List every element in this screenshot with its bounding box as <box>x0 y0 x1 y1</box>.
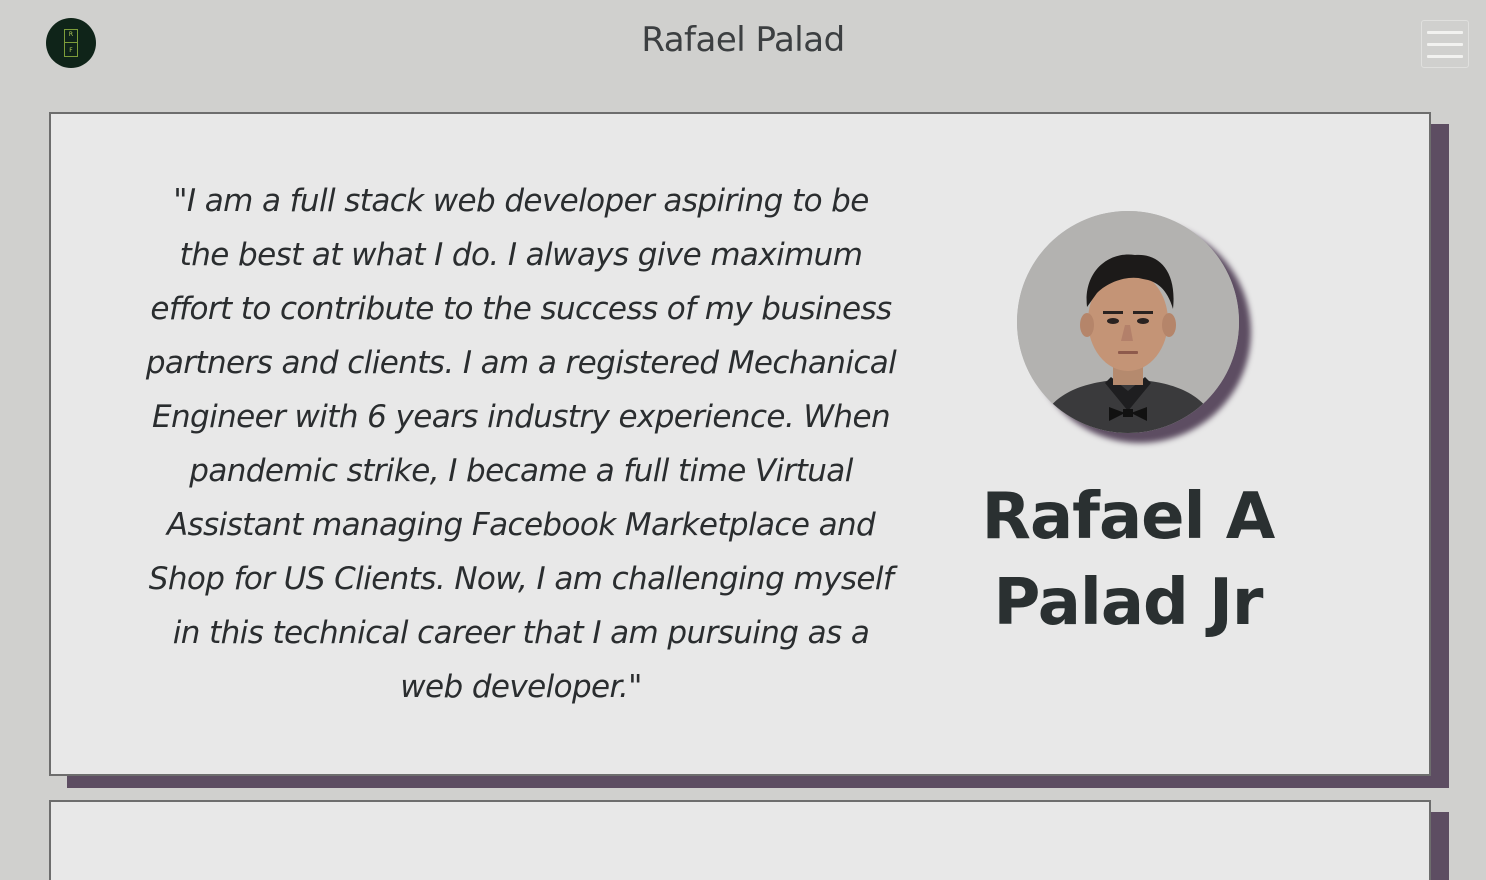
hamburger-menu-icon-bar-middle <box>1427 42 1463 46</box>
hamburger-menu-icon-bar-bottom <box>1427 54 1463 58</box>
profile-photo-icon <box>1017 211 1239 433</box>
person-name-line2: Palad Jr <box>993 566 1264 640</box>
next-section-card <box>49 800 1431 880</box>
hero-quote: "I am a full stack web developer aspirin… <box>145 183 897 705</box>
profile-photo <box>1017 211 1239 433</box>
site-title[interactable]: Rafael Palad <box>0 20 1486 60</box>
hero-card: "I am a full stack web developer aspirin… <box>49 112 1431 776</box>
person-name-line1: Rafael A <box>981 480 1276 554</box>
hamburger-menu-icon-bar-top <box>1427 30 1463 34</box>
hamburger-menu-button[interactable] <box>1421 20 1469 68</box>
person-name: Rafael A Palad Jr <box>973 474 1283 646</box>
site-header: R F Rafael Palad <box>0 0 1486 86</box>
